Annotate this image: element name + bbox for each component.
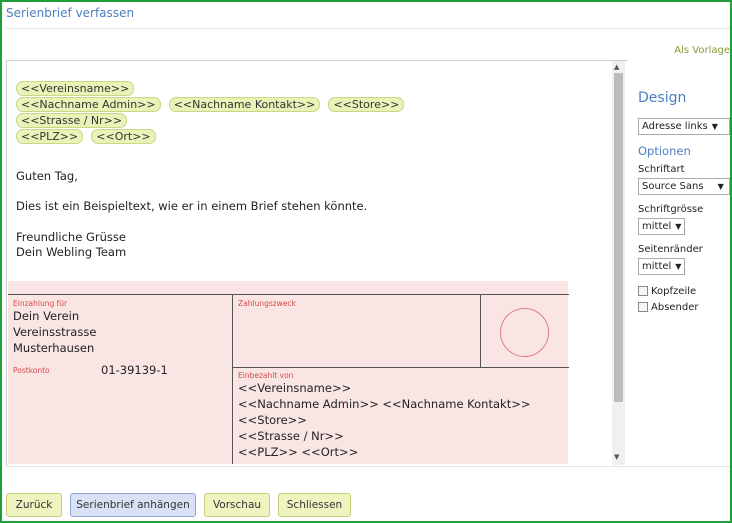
letter-greeting: Guten Tag, (16, 169, 78, 183)
payer-line: <<Nachname Admin>> <<Nachname Kontakt>> … (238, 397, 531, 427)
postkonto-value: 01-39139-1 (101, 363, 168, 377)
scroll-thumb[interactable] (614, 73, 623, 402)
tag-store[interactable]: <<Store>> (328, 97, 405, 112)
design-select-value: Adresse links (642, 121, 708, 132)
serienbrief-anhaengen-button[interactable]: Serienbrief anhängen (70, 493, 196, 517)
tag-nachname-kontakt[interactable]: <<Nachname Kontakt>> (168, 97, 321, 112)
tag-strasse[interactable]: <<Strasse / Nr>> (16, 113, 128, 128)
tag-vereinsname[interactable]: <<Vereinsname>> (16, 81, 135, 96)
title-divider (6, 28, 730, 29)
schriftart-label: Schriftart (638, 164, 685, 175)
postkonto-label: Postkonto (13, 366, 50, 375)
schriftgroesse-label: Schriftgrösse (638, 204, 704, 215)
schriftgroesse-value: mittel (642, 221, 672, 232)
slip-top-line (8, 294, 569, 295)
tag-plz[interactable]: <<PLZ>> (16, 129, 84, 144)
recipient-line: Musterhausen (13, 341, 95, 355)
einbezahlt-label: Einbezahlt von (238, 371, 294, 380)
chevron-down-icon: ▼ (675, 222, 682, 231)
schliessen-button[interactable]: Schliessen (278, 493, 351, 517)
optionen-heading: Optionen (638, 144, 691, 158)
vorschau-button[interactable]: Vorschau (204, 493, 270, 517)
schriftart-value: Source Sans (642, 181, 704, 192)
payer-line: <<Vereinsname>> (238, 381, 352, 395)
footer-divider (6, 466, 730, 467)
tag-ort[interactable]: <<Ort>> (91, 129, 156, 144)
letter-body: Dies ist ein Beispieltext, wie er in ein… (16, 199, 368, 213)
kopfzeile-checkbox[interactable] (638, 286, 648, 296)
kopfzeile-option[interactable]: Kopfzeile (638, 286, 732, 297)
slip-divider-horizontal (232, 367, 569, 368)
schriftgroesse-select[interactable]: mittel ▼ (638, 218, 686, 235)
absender-checkbox[interactable] (638, 302, 648, 312)
scroll-down-icon[interactable]: ▼ (614, 453, 619, 461)
kopfzeile-label: Kopfzeile (651, 286, 697, 297)
slip-divider (232, 295, 233, 464)
payer-address: <<Vereinsname>> <<Nachname Admin>> <<Nac… (238, 380, 568, 460)
chevron-down-icon: ▼ (675, 262, 682, 271)
tag-nachname-admin[interactable]: <<Nachname Admin>> (16, 97, 161, 112)
seitenraender-label: Seitenränder (638, 244, 703, 255)
payment-slip: Einzahlung für Dein Verein Vereinsstrass… (8, 281, 569, 464)
slip-divider-stamp (480, 295, 481, 367)
design-heading: Design (638, 90, 687, 106)
seitenraender-value: mittel (642, 261, 672, 272)
settings-sidebar: Design Adresse links ▼ Optionen Schriftar… (638, 90, 732, 313)
chevron-down-icon: ▼ (711, 122, 718, 131)
absender-option[interactable]: Absender (638, 302, 732, 313)
zahlungszweck-label: Zahlungszweck (238, 299, 296, 308)
dialog-window: Serienbrief verfassen Als Vorlage <<Vere… (0, 0, 732, 523)
recipient-line: Dein Verein (13, 309, 80, 323)
chevron-down-icon: ▼ (717, 182, 724, 191)
letter-closing: Freundliche Grüsse (16, 230, 126, 244)
letter-signature: Dein Webling Team (16, 245, 127, 259)
stamp-circle (500, 308, 549, 357)
design-select[interactable]: Adresse links ▼ (638, 118, 730, 135)
recipient-line: Vereinsstrasse (13, 325, 97, 339)
schriftart-select[interactable]: Source Sans ▼ (638, 178, 730, 195)
als-vorlage-link[interactable]: Als Vorlage (674, 45, 730, 56)
dialog-title: Serienbrief verfassen (6, 6, 135, 20)
payer-line: <<Strasse / Nr>> (238, 429, 344, 443)
editor-scrollbar[interactable]: ▲ ▼ (612, 61, 625, 465)
absender-label: Absender (651, 302, 699, 313)
address-tags: <<Vereinsname>> <<Nachname Admin>> <<Nac… (16, 81, 576, 145)
payer-line: <<PLZ>> <<Ort>> (238, 445, 359, 459)
einzahlung-label: Einzahlung für (13, 299, 68, 308)
zurueck-button[interactable]: Zurück (6, 493, 62, 517)
scroll-up-icon[interactable]: ▲ (614, 63, 619, 71)
letter-editor[interactable]: <<Vereinsname>> <<Nachname Admin>> <<Nac… (6, 60, 628, 467)
recipient-address: Dein Verein Vereinsstrasse Musterhausen (13, 308, 96, 356)
seitenraender-select[interactable]: mittel ▼ (638, 258, 686, 275)
